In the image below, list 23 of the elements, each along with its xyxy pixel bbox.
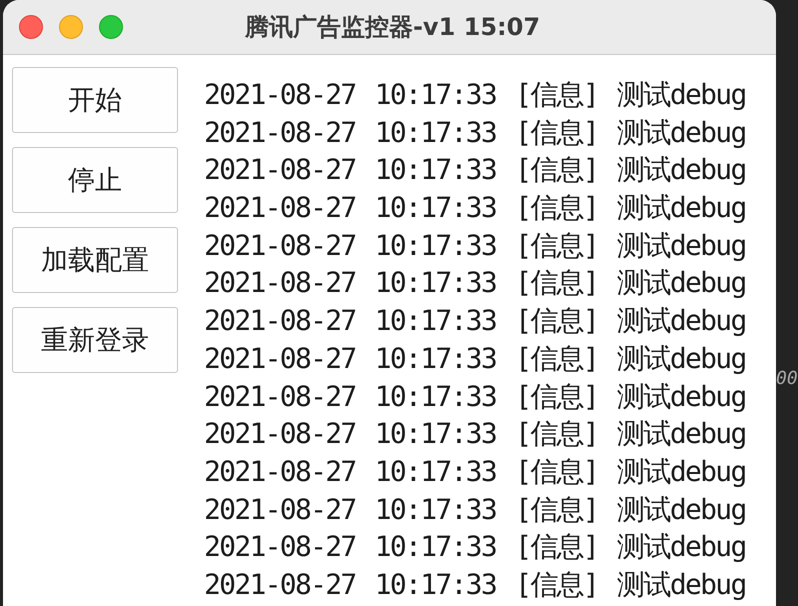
window-title: 腾讯广告监控器-v1 15:07: [244, 12, 540, 43]
log-line: 2021-08-27 10:17:33 [信息] 测试debug: [204, 81, 746, 109]
sidebar-button[interactable]: 开始: [12, 67, 178, 133]
sidebar-button[interactable]: 加载配置: [12, 227, 178, 293]
log-line: 2021-08-27 10:17:33 [信息] 测试debug: [204, 458, 746, 486]
background-text: 00: [776, 368, 798, 389]
log-line: 2021-08-27 10:17:33 [信息] 测试debug: [204, 194, 746, 222]
log-line: 2021-08-27 10:17:33 [信息] 测试debug: [204, 269, 746, 298]
log-line: 2021-08-27 10:17:33 [信息] 测试debug: [204, 156, 746, 184]
log-line: 2021-08-27 10:17:33 [信息] 测试debug: [204, 307, 746, 336]
log-line: 2021-08-27 10:17:33 [信息] 测试debug: [204, 570, 746, 599]
log-line: 2021-08-27 10:17:33 [信息] 测试debug: [204, 344, 746, 373]
close-icon[interactable]: [19, 15, 43, 39]
sidebar-button[interactable]: 停止: [12, 147, 178, 213]
log-line: 2021-08-27 10:17:33 [信息] 测试debug: [204, 382, 746, 410]
sidebar-button[interactable]: 重新登录: [12, 307, 178, 373]
log-line: 2021-08-27 10:17:33 [信息] 测试debug: [204, 420, 746, 448]
log-line: 2021-08-27 10:17:33 [信息] 测试debug: [204, 496, 746, 524]
log-line: 2021-08-27 10:17:33 [信息] 测试debug: [204, 232, 746, 260]
log-line: 2021-08-27 10:17:33 [信息] 测试debug: [204, 533, 746, 562]
log-line: 2021-08-27 10:17:33 [信息] 测试debug: [204, 118, 746, 147]
minimize-icon[interactable]: [59, 15, 83, 39]
maximize-icon[interactable]: [99, 15, 123, 39]
